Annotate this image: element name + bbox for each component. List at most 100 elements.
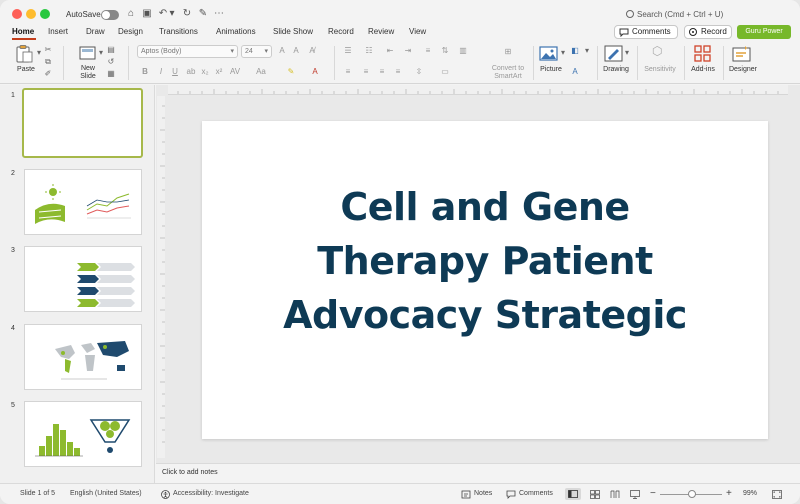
justify-icon[interactable]: ≡ <box>393 67 403 76</box>
align-text-icon[interactable]: ⇳ <box>414 67 424 76</box>
shapes-dropdown-icon[interactable]: ▾ <box>582 46 592 55</box>
guru-power-button[interactable]: Guru Power <box>737 25 791 39</box>
thumb-number: 1 <box>11 92 15 99</box>
zoom-slider-thumb[interactable] <box>688 490 696 498</box>
comments-toggle[interactable]: Comments <box>519 490 553 497</box>
align-left-icon[interactable]: ≡ <box>343 67 353 76</box>
superscript-icon[interactable]: x² <box>214 67 224 76</box>
new-slide-dropdown-icon[interactable]: ▾ <box>96 48 106 57</box>
copy-icon[interactable]: ⧉ <box>43 57 53 66</box>
text-direction-icon[interactable]: ⇅ <box>440 46 450 55</box>
section-icon[interactable]: ▦ <box>106 69 116 78</box>
strikethrough-icon[interactable]: ab <box>186 67 196 76</box>
font-name-value: Aptos (Body) <box>141 48 182 55</box>
underline-icon[interactable]: U <box>170 67 180 76</box>
slide-sorter-icon[interactable] <box>590 490 600 499</box>
font-name-select[interactable]: Aptos (Body) ▾ <box>137 45 238 58</box>
font-size-select[interactable]: 24 ▾ <box>241 45 272 58</box>
numbering-icon[interactable]: ☷ <box>364 46 374 55</box>
decrease-font-icon[interactable]: A <box>291 46 301 55</box>
tab-transitions[interactable]: Transitions <box>159 27 198 36</box>
tab-record[interactable]: Record <box>328 27 354 36</box>
layout-icon[interactable]: ▤ <box>106 45 116 54</box>
zoom-out-button[interactable]: − <box>650 488 656 499</box>
minimize-window-button[interactable] <box>26 9 36 19</box>
normal-view-button[interactable] <box>565 488 581 500</box>
cut-icon[interactable]: ✂ <box>43 45 53 54</box>
zoom-level[interactable]: 99% <box>743 490 757 497</box>
reset-icon[interactable]: ↺ <box>106 57 116 66</box>
zoom-in-button[interactable]: + <box>726 488 732 499</box>
highlight-icon[interactable]: ✎ <box>286 67 296 76</box>
accessibility-icon[interactable] <box>161 490 170 499</box>
new-slide-icon[interactable] <box>78 45 98 63</box>
columns-icon[interactable]: ▥ <box>458 46 468 55</box>
change-case-icon[interactable]: Aa <box>256 67 266 76</box>
drawing-icon[interactable] <box>604 45 624 63</box>
close-window-button[interactable] <box>12 9 22 19</box>
save-icon[interactable]: ▣ <box>140 7 154 21</box>
accessibility-status[interactable]: Accessibility: Investigate <box>173 490 249 497</box>
clear-format-icon[interactable]: A̸ <box>307 46 317 55</box>
slide-thumbnail-2[interactable] <box>24 169 142 235</box>
slide-thumbnail-5[interactable] <box>24 401 142 467</box>
character-spacing-icon[interactable]: AV <box>230 67 240 76</box>
comments-button[interactable]: Comments <box>614 25 678 39</box>
record-button[interactable]: Record <box>684 25 732 39</box>
notes-pane[interactable]: Click to add notes <box>156 463 800 483</box>
align-right-icon[interactable]: ≡ <box>377 67 387 76</box>
bold-icon[interactable]: B <box>140 67 150 76</box>
text-box-icon[interactable]: A <box>570 67 580 76</box>
tab-view[interactable]: View <box>409 27 426 36</box>
align-center-icon[interactable]: ≡ <box>361 67 371 76</box>
tab-design[interactable]: Design <box>118 27 143 36</box>
picture-dropdown-icon[interactable]: ▾ <box>558 48 568 57</box>
picture-icon[interactable] <box>539 45 559 63</box>
convert-smartart-icon[interactable]: ⊞ <box>503 47 513 56</box>
smart-lookup-icon[interactable]: ▭ <box>440 67 450 76</box>
undo-dropdown-icon[interactable]: ▾ <box>168 7 176 21</box>
comments-icon[interactable] <box>506 490 516 499</box>
subscript-icon[interactable]: x₂ <box>200 67 210 76</box>
current-slide[interactable]: Cell and Gene Therapy Patient Advocacy S… <box>202 121 768 439</box>
decrease-indent-icon[interactable]: ⇤ <box>385 46 395 55</box>
drawing-dropdown-icon[interactable]: ▾ <box>622 48 632 57</box>
increase-indent-icon[interactable]: ⇥ <box>403 46 413 55</box>
paste-icon[interactable] <box>14 45 34 63</box>
font-color-icon[interactable]: A <box>310 67 320 76</box>
customize-icon[interactable]: ✎ <box>196 7 210 21</box>
slide-thumbnail-1[interactable] <box>22 88 143 158</box>
tab-review[interactable]: Review <box>368 27 394 36</box>
vertical-ruler <box>157 96 165 458</box>
maximize-window-button[interactable] <box>40 9 50 19</box>
search-box[interactable]: Search (Cmd + Ctrl + U) <box>626 9 723 19</box>
tab-home[interactable]: Home <box>12 27 34 36</box>
ribbon-separator <box>684 46 685 80</box>
language-indicator[interactable]: English (United States) <box>70 490 142 497</box>
fit-to-window-icon[interactable] <box>772 490 782 499</box>
sensitivity-icon[interactable]: ⬡ <box>652 45 662 57</box>
slide-thumbnail-4[interactable] <box>24 324 142 390</box>
reading-view-icon[interactable] <box>610 490 620 499</box>
tab-draw[interactable]: Draw <box>86 27 105 36</box>
notes-toggle[interactable]: Notes <box>474 490 492 497</box>
notes-icon[interactable] <box>461 490 471 499</box>
slide-title[interactable]: Cell and Gene Therapy Patient Advocacy S… <box>202 180 768 342</box>
line-spacing-icon[interactable]: ≡ <box>423 46 433 55</box>
slide-show-icon[interactable] <box>630 490 640 499</box>
bullets-icon[interactable]: ☰ <box>343 46 353 55</box>
tab-insert[interactable]: Insert <box>48 27 68 36</box>
format-painter-icon[interactable]: ✐ <box>43 69 53 78</box>
tab-slide-show[interactable]: Slide Show <box>273 27 313 36</box>
autosave-toggle[interactable] <box>101 10 119 20</box>
redo-icon[interactable]: ↻ <box>180 7 194 21</box>
slide-thumbnail-3[interactable] <box>24 246 142 312</box>
shapes-icon[interactable]: ◧ <box>570 46 580 55</box>
italic-icon[interactable]: I <box>156 67 166 76</box>
tab-animations[interactable]: Animations <box>216 27 256 36</box>
more-icon[interactable]: ⋯ <box>212 7 226 21</box>
designer-icon[interactable] <box>732 45 752 63</box>
increase-font-icon[interactable]: A <box>277 46 287 55</box>
add-ins-icon[interactable] <box>693 45 713 63</box>
home-icon[interactable]: ⌂ <box>124 7 138 21</box>
